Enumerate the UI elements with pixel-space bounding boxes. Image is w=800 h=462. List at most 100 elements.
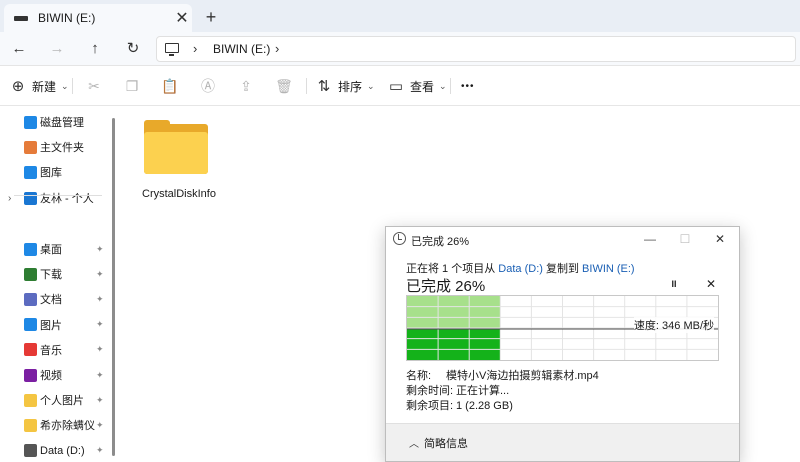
cancel-button[interactable]: ✕ [703, 277, 719, 293]
sidebar-item-label: 图库 [40, 167, 62, 179]
rename-icon[interactable]: Ⓐ [199, 77, 217, 95]
detail-row-time: 剩余时间: 正在计算... [406, 384, 599, 399]
sidebar-item[interactable]: 视频 ✦ [0, 364, 118, 386]
this-pc-icon[interactable] [165, 43, 179, 56]
new-button[interactable]: ⊕ 新建 ⌄ [10, 76, 69, 96]
sidebar-item[interactable]: › 友林 - 个人 [0, 187, 118, 209]
sidebar-item[interactable]: 磁盘管理 [0, 111, 118, 133]
address-bar[interactable]: › BIWIN (E:) › [156, 36, 796, 62]
tab-close-icon[interactable]: ✕ [172, 8, 192, 28]
sidebar-item[interactable]: 个人图片 ✦ [0, 389, 118, 411]
pin-icon: ✦ [96, 268, 104, 279]
folder-icon[interactable] [142, 120, 212, 182]
paste-icon[interactable]: 📋 [161, 77, 179, 95]
sidebar-item-label: 下载 [40, 269, 62, 282]
breadcrumb-location[interactable]: BIWIN (E:) [213, 42, 270, 56]
pin-icon: ✦ [96, 445, 104, 456]
view-label: 查看 [410, 79, 435, 94]
detail-row-name: 名称: 模特小V海边拍摄剪辑素材.mp4 [406, 369, 599, 384]
navigation-bar: ← → ↑ ↻ › BIWIN (E:) › [0, 32, 800, 66]
view-button[interactable]: ▭ 查看 ⌄ [388, 76, 447, 96]
sidebar-item-label: 文档 [40, 294, 62, 307]
pause-button[interactable]: II [666, 279, 682, 295]
copy-icon[interactable]: ❐ [123, 77, 141, 95]
new-label: 新建 [32, 79, 57, 94]
remaining-time-value: 正在计算... [456, 385, 510, 397]
sort-icon: ⇅ [317, 78, 331, 95]
maximize-button[interactable]: ☐ [675, 231, 695, 247]
view-icon: ▭ [388, 78, 404, 95]
copy-details: 名称: 模特小V海边拍摄剪辑素材.mp4 剩余时间: 正在计算... 剩余项目:… [406, 369, 599, 414]
videos-icon [24, 368, 37, 382]
name-label: 名称: [406, 370, 432, 382]
source-link[interactable]: Data (D:) [498, 263, 543, 275]
copy-description: 正在将 1 个项目从 Data (D:) 复制到 BIWIN (E:) [406, 260, 635, 276]
more-options-button[interactable]: ••• [461, 76, 475, 96]
sidebar-item[interactable]: 图库 [0, 161, 118, 183]
transfer-speed-graph: 速度: 346 MB/秒 [406, 295, 719, 361]
sidebar-divider [14, 195, 102, 196]
speed-readout: 速度: 346 MB/秒 [633, 317, 714, 333]
tab-bar: BIWIN (E:) ✕ + [0, 0, 800, 32]
onedrive-icon [24, 191, 37, 205]
dialog-body: 正在将 1 个项目从 Data (D:) 复制到 BIWIN (E:) 已完成 … [386, 251, 739, 423]
breadcrumb-separator[interactable]: › [193, 41, 197, 56]
detail-row-items: 剩余项目: 1 (2.28 GB) [406, 399, 599, 414]
drive-icon [24, 444, 37, 458]
less-details-button[interactable]: 简略信息 [424, 435, 468, 451]
sidebar-item[interactable]: 音乐 ✦ [0, 339, 118, 361]
refresh-button[interactable]: ↻ [122, 38, 144, 60]
gallery-icon [24, 165, 37, 179]
dialog-titlebar[interactable]: 已完成 26% — ☐ ✕ [386, 227, 739, 251]
chevron-down-icon: ⌄ [61, 80, 69, 91]
copy-mid: 复制到 [545, 263, 579, 275]
sidebar-item-label: 友林 - 个人 [40, 193, 94, 205]
dialog-title: 已完成 26% [411, 236, 470, 248]
sidebar-item[interactable]: 主文件夹 [0, 136, 118, 158]
breadcrumb-separator[interactable]: › [275, 41, 279, 56]
sort-label: 排序 [338, 79, 363, 94]
copy-progress-dialog: 已完成 26% — ☐ ✕ 正在将 1 个项目从 Data (D:) 复制到 B… [385, 226, 740, 462]
disk-management-icon [24, 115, 37, 129]
sidebar-item[interactable]: 希亦除螨仪 ✦ [0, 414, 118, 436]
remaining-time-label: 剩余时间: [406, 385, 454, 397]
remaining-items-label: 剩余项目: [406, 400, 454, 412]
sidebar-item[interactable]: 下载 ✦ [0, 263, 118, 285]
sidebar-item[interactable]: Data (D:) ✦ [0, 440, 118, 462]
chevron-up-icon[interactable]: ︿ [409, 435, 419, 450]
folder-name[interactable]: CrystalDiskInfo [142, 188, 216, 200]
sidebar-item-label: 希亦除螨仪 [40, 420, 95, 433]
name-value: 模特小V海边拍摄剪辑素材.mp4 [446, 370, 599, 382]
sidebar-item[interactable]: 桌面 ✦ [0, 238, 118, 260]
remaining-items-value: 1 (2.28 GB) [456, 400, 513, 412]
share-icon[interactable]: ⇪ [237, 77, 255, 95]
sort-button[interactable]: ⇅ 排序 ⌄ [316, 76, 375, 96]
divider [306, 78, 307, 94]
sidebar-item-label: 图片 [40, 319, 62, 332]
download-icon [24, 267, 37, 281]
pin-icon: ✦ [96, 369, 104, 380]
back-button[interactable]: ← [8, 38, 30, 60]
pin-icon: ✦ [96, 243, 104, 254]
new-tab-button[interactable]: + [200, 6, 222, 28]
clock-icon [393, 232, 406, 245]
close-button[interactable]: ✕ [710, 231, 730, 247]
sidebar-item[interactable]: 图片 ✦ [0, 314, 118, 336]
destination-link[interactable]: BIWIN (E:) [582, 263, 635, 275]
pin-icon: ✦ [96, 293, 104, 304]
sidebar-item[interactable]: 文档 ✦ [0, 288, 118, 310]
cut-icon[interactable]: ✂ [85, 77, 103, 95]
tab-biwin[interactable]: BIWIN (E:) ✕ [4, 4, 192, 32]
up-button[interactable]: ↑ [84, 38, 106, 60]
sidebar-scrollbar[interactable] [112, 118, 115, 456]
drive-icon [14, 15, 28, 21]
expand-chevron-icon[interactable]: › [8, 193, 11, 204]
copy-prefix: 正在将 1 个项目从 [406, 263, 496, 275]
delete-icon[interactable]: 🗑 [275, 77, 293, 95]
minimize-button[interactable]: — [640, 231, 660, 247]
forward-button[interactable]: → [46, 38, 68, 60]
tab-title: BIWIN (E:) [38, 11, 96, 25]
home-icon [24, 140, 37, 154]
sidebar-item-label: 视频 [40, 370, 62, 382]
sidebar-item-label: 主文件夹 [40, 142, 84, 154]
